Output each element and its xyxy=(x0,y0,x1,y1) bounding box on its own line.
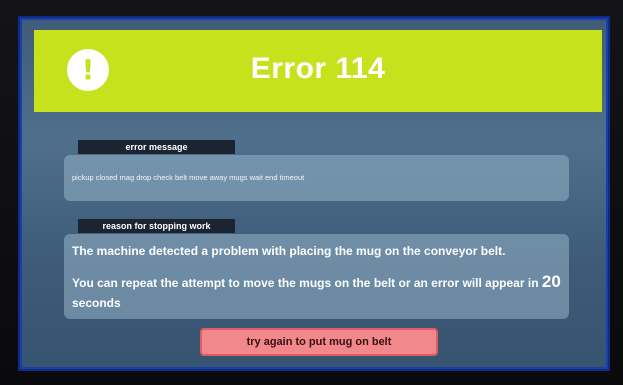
error-message-text: pickup closed mag drop check belt move a… xyxy=(72,173,305,182)
retry-button[interactable]: try again to put mug on belt xyxy=(200,328,438,356)
reason-line-2: You can repeat the attempt to move the m… xyxy=(72,272,561,292)
reason-tag: reason for stopping work xyxy=(78,219,235,233)
error-header: ! Error 114 xyxy=(34,30,602,112)
error-title: Error 114 xyxy=(250,52,386,85)
countdown-value: 20 xyxy=(541,272,561,291)
reason-panel: The machine detected a problem with plac… xyxy=(64,234,569,319)
reason-line-3: seconds xyxy=(72,296,121,310)
error-message-tag: error message xyxy=(78,140,235,154)
error-message-panel: pickup closed mag drop check belt move a… xyxy=(64,155,569,201)
reason-line-2-text: You can repeat the attempt to move the m… xyxy=(72,276,539,290)
reason-line-1: The machine detected a problem with plac… xyxy=(72,244,506,258)
